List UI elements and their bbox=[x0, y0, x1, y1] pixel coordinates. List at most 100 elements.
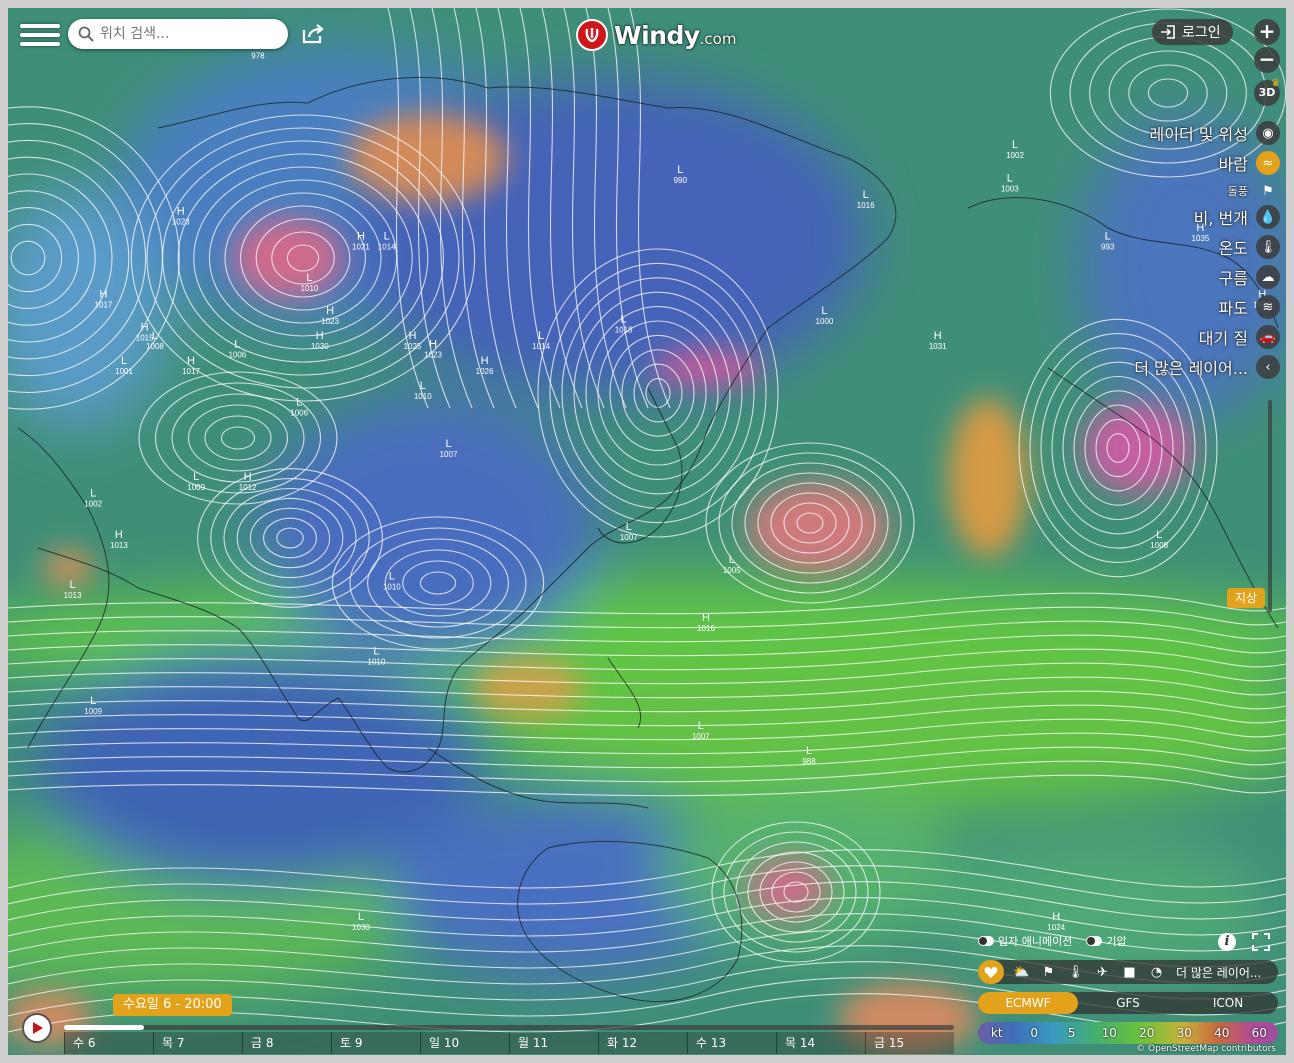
airplane-icon[interactable]: ✈ bbox=[1089, 965, 1116, 980]
pressure-value: 1017 bbox=[182, 367, 200, 376]
particles-toggle[interactable]: 입자 애니메이션 bbox=[978, 933, 1072, 949]
pressure-value: 1001 bbox=[115, 367, 133, 376]
search-input[interactable] bbox=[100, 26, 270, 42]
timeline-day[interactable]: 월 11 bbox=[509, 1032, 598, 1054]
pressure-toggle[interactable]: 기압 bbox=[1086, 933, 1127, 949]
pressure-type: L bbox=[193, 471, 199, 483]
pressure-value: 1010 bbox=[383, 583, 401, 592]
layer-item[interactable]: 대기 질 🚗 bbox=[1199, 324, 1280, 350]
layer-item[interactable]: 비, 번개 💧 bbox=[1194, 204, 1280, 230]
pressure-value: 1010 bbox=[414, 392, 432, 401]
layer-item[interactable]: 바람 ≈ bbox=[1219, 150, 1280, 176]
altitude-label[interactable]: 지상 bbox=[1227, 588, 1266, 608]
zoom-in-button[interactable]: + bbox=[1254, 19, 1280, 45]
favorite-heart-icon[interactable] bbox=[978, 960, 1004, 984]
pressure-value: 1002 bbox=[84, 500, 102, 509]
pressure-value: 1003 bbox=[1001, 184, 1019, 193]
rain-drop-icon: 💧 bbox=[1256, 205, 1280, 229]
pressure-value: 978 bbox=[251, 52, 265, 61]
pressure-value: 1030 bbox=[311, 342, 329, 351]
pressure-type: L bbox=[1012, 139, 1018, 151]
pressure-value: 1007 bbox=[692, 732, 710, 741]
pressure-type: H bbox=[1052, 911, 1060, 923]
timeline-day[interactable]: 토 9 bbox=[331, 1032, 420, 1054]
pressure-type: L bbox=[729, 554, 735, 566]
layer-item[interactable]: 돌풍 ⚑ bbox=[1228, 178, 1280, 204]
layer-item[interactable]: 레이더 및 위성 ◉ bbox=[1150, 120, 1280, 146]
pressure-value: 1008 bbox=[146, 342, 164, 351]
pressure-type: L bbox=[90, 488, 96, 500]
pressure-value: 1023 bbox=[172, 218, 190, 227]
pressure-type: L bbox=[234, 338, 240, 350]
pressure-value: 1005 bbox=[723, 566, 741, 575]
pressure-type: L bbox=[821, 305, 827, 317]
search-box[interactable] bbox=[68, 19, 288, 49]
particles-label: 입자 애니메이션 bbox=[998, 935, 1073, 948]
timeline-day[interactable]: 금 8 bbox=[242, 1032, 331, 1054]
wind-color-scale[interactable]: kt 0 5 10 20 30 40 60 bbox=[978, 1022, 1278, 1044]
windy-brand[interactable]: Windy .com bbox=[576, 18, 736, 52]
layer-item[interactable]: 온도 🌡 bbox=[1219, 234, 1280, 260]
timeline-day[interactable]: 수 13 bbox=[687, 1032, 776, 1054]
share-icon[interactable] bbox=[300, 22, 326, 46]
layer-item[interactable]: 파도 ≋ bbox=[1219, 294, 1280, 320]
model-option[interactable]: GFS bbox=[1078, 992, 1178, 1014]
scale-value: 30 bbox=[1176, 1026, 1192, 1040]
gust-flag-icon: ⚑ bbox=[1262, 183, 1274, 199]
timeline-day[interactable]: 화 12 bbox=[598, 1032, 687, 1054]
timeline-day[interactable]: 목 7 bbox=[153, 1032, 242, 1054]
pressure-value: 1030 bbox=[352, 923, 370, 932]
pressure-type: L bbox=[621, 313, 627, 325]
weather-icon[interactable]: ⛅ bbox=[1008, 965, 1035, 980]
fullscreen-icon[interactable] bbox=[1252, 933, 1270, 951]
current-time-badge[interactable]: 수요일 6 - 20:00 bbox=[113, 994, 232, 1016]
pressure-type: L bbox=[90, 695, 96, 707]
pressure-type: L bbox=[373, 645, 379, 657]
webcam-icon[interactable]: ■ bbox=[1116, 965, 1143, 980]
login-button[interactable]: 로그인 bbox=[1152, 19, 1233, 45]
timeline-track[interactable] bbox=[64, 1025, 954, 1030]
satellite-dish-icon[interactable]: ◔ bbox=[1143, 965, 1170, 980]
attribution[interactable]: © OpenStreetMap contributors bbox=[1136, 1044, 1276, 1054]
play-button[interactable] bbox=[22, 1013, 52, 1043]
pressure-type: H bbox=[141, 322, 149, 334]
layer-item[interactable]: 더 많은 레이어... ‹ bbox=[1134, 354, 1280, 380]
more-layers-link[interactable]: 더 많은 레이어... bbox=[1176, 964, 1261, 981]
pressure-type: H bbox=[115, 529, 123, 541]
gust-flag-icon[interactable]: ⚑ bbox=[1035, 965, 1062, 980]
timeline-progress bbox=[64, 1025, 145, 1030]
pressure-value: 1009 bbox=[84, 707, 102, 716]
info-icon[interactable]: i bbox=[1218, 933, 1236, 951]
scale-unit[interactable]: kt bbox=[978, 1022, 1016, 1044]
timeline-day[interactable]: 일 10 bbox=[420, 1032, 509, 1054]
pressure-type: L bbox=[152, 330, 158, 342]
pressure-type: L bbox=[677, 164, 683, 176]
pressure-type: H bbox=[326, 305, 334, 317]
pressure-value: 1000 bbox=[816, 317, 834, 326]
toggle-switch bbox=[1086, 936, 1103, 946]
timeline-day[interactable]: 수 6 bbox=[64, 1032, 153, 1054]
pressure-value: 1016 bbox=[857, 201, 875, 210]
menu-button[interactable] bbox=[20, 20, 60, 50]
pressure-value: 1014 bbox=[378, 242, 396, 251]
layer-item[interactable]: 구름 ☁ bbox=[1219, 264, 1280, 290]
pressure-value: 990 bbox=[674, 176, 688, 185]
model-option[interactable]: ICON bbox=[1178, 992, 1278, 1014]
zoom-out-button[interactable]: − bbox=[1254, 47, 1280, 73]
timeline-day[interactable]: 목 14 bbox=[776, 1032, 865, 1054]
thermometer-icon[interactable]: 🌡 bbox=[1062, 965, 1089, 980]
model-option[interactable]: ECMWF bbox=[978, 992, 1078, 1014]
timeline-days: 수 6목 7금 8토 9일 10 월 11 화 12 수 13 목 14 금 15 bbox=[64, 1032, 954, 1054]
pressure-type: H bbox=[481, 355, 489, 367]
weather-map[interactable]: L978H1023H1021L1014L1010H1023H1030H1025H… bbox=[8, 8, 1286, 1055]
layer-label: 파도 bbox=[1218, 299, 1248, 318]
hamburger-line bbox=[20, 24, 60, 28]
timeline-day[interactable]: 금 15 bbox=[865, 1032, 954, 1054]
radar-satellite-icon: ◉ bbox=[1256, 121, 1280, 145]
pressure-type: L bbox=[384, 230, 390, 242]
pressure-value: 1014 bbox=[532, 342, 550, 351]
login-icon bbox=[1161, 25, 1175, 39]
pressure-type: L bbox=[626, 521, 632, 533]
pressure-type: L bbox=[69, 579, 75, 591]
altitude-slider[interactable] bbox=[1268, 400, 1272, 612]
